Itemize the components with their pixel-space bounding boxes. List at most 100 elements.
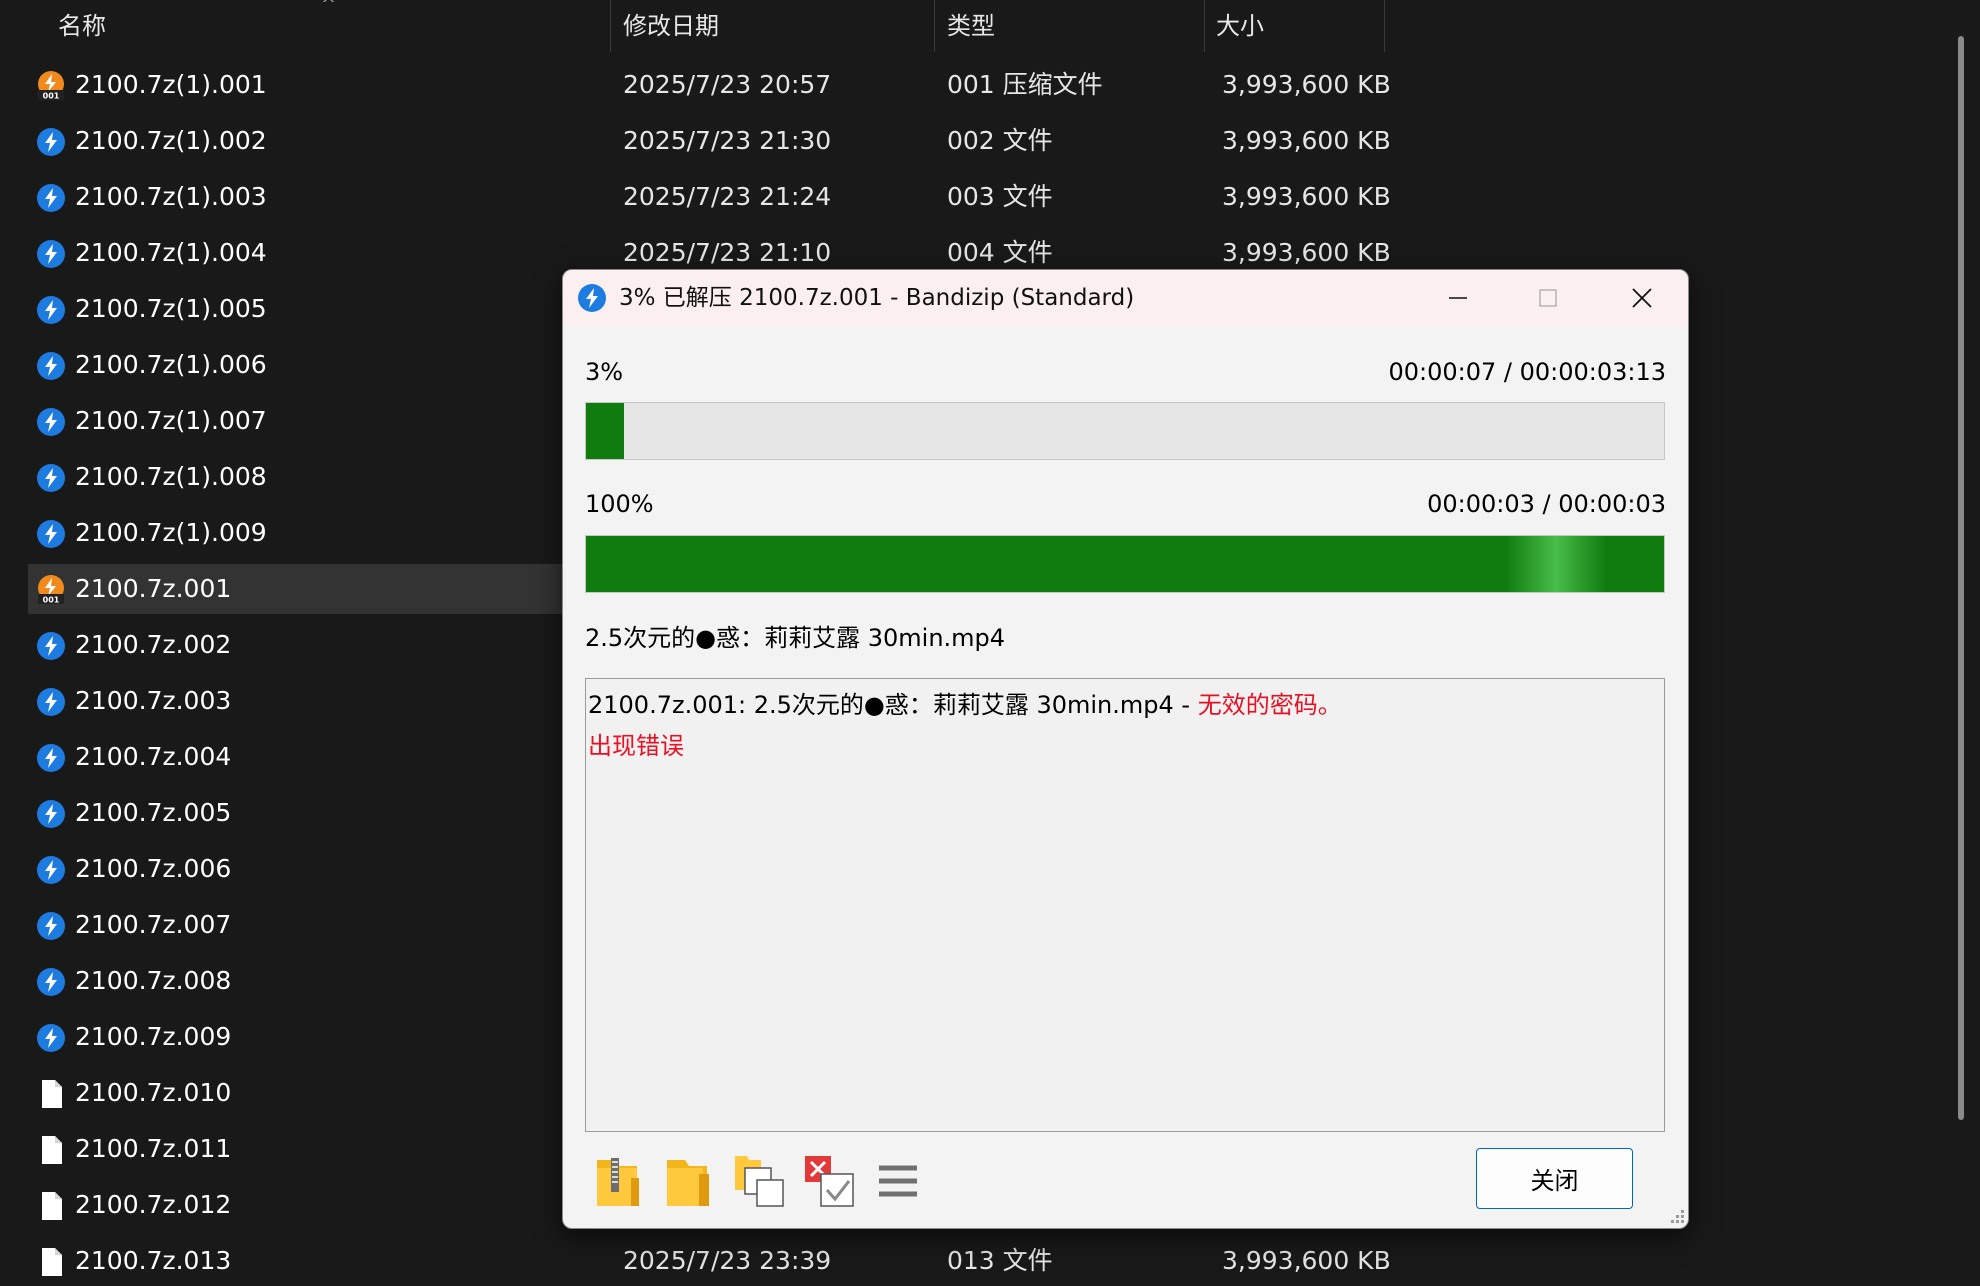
bandizip-icon <box>37 520 65 548</box>
column-name-header[interactable]: 名称 <box>58 0 106 52</box>
file-name: 2100.7z(1).009 <box>75 518 267 547</box>
current-file-name: 2.5次元的●惑：莉莉艾露 30min.mp4 <box>585 624 1006 652</box>
file-date: 2025/7/23 21:30 <box>623 126 832 155</box>
file-type: 013 文件 <box>947 1246 1053 1275</box>
menu-button[interactable] <box>873 1154 925 1210</box>
copy-files-button[interactable] <box>733 1154 785 1210</box>
file-row[interactable]: 001 2100.7z(1).001 2025/7/23 20:57 001 压缩文件… <box>28 60 1448 110</box>
close-button[interactable]: 关闭 <box>1476 1148 1633 1209</box>
file-progress-time: 00:00:03 / 00:00:03 <box>1427 490 1666 518</box>
total-progress-time: 00:00:07 / 00:00:03:13 <box>1388 358 1666 386</box>
minimize-icon <box>1449 297 1467 299</box>
file-name: 2100.7z.003 <box>75 686 232 715</box>
file-row[interactable]: 2100.7z(1).003 2025/7/23 21:24 003 文件 3,993… <box>28 172 1448 222</box>
column-divider[interactable] <box>934 0 935 52</box>
file-name: 2100.7z.005 <box>75 798 232 827</box>
svg-text:001: 001 <box>43 596 60 605</box>
bandizip-first-volume-icon: 001 <box>38 575 64 605</box>
file-progress-fill <box>586 536 1664 592</box>
file-date: 2025/7/23 21:24 <box>623 182 832 211</box>
column-size-header[interactable]: 大小 <box>1216 0 1264 52</box>
open-archive-folder-icon <box>597 1158 639 1206</box>
resize-grip-icon[interactable] <box>1667 1206 1685 1224</box>
log-error-summary: 出现错误 <box>588 732 684 760</box>
bandizip-extract-dialog: 3% 已解压 2100.7z.001 - Bandizip (Standard)… <box>562 269 1689 1229</box>
file-name: 2100.7z.011 <box>75 1134 232 1163</box>
blank-file-icon <box>42 1248 62 1276</box>
total-progress-fill <box>586 403 624 459</box>
file-name: 2100.7z(1).005 <box>75 294 267 323</box>
file-progress-bar <box>585 535 1665 593</box>
log-error-message: 无效的密码。 <box>1197 691 1342 719</box>
open-folder-icon <box>667 1160 709 1206</box>
file-name: 2100.7z(1).006 <box>75 350 267 379</box>
file-progress-percent: 100% <box>585 490 654 518</box>
bandizip-icon <box>37 240 65 268</box>
bandizip-icon <box>37 128 65 156</box>
menu-icon <box>879 1165 917 1197</box>
file-size: 3,993,600 KB <box>1222 1246 1391 1275</box>
blank-file-icon <box>42 1136 62 1164</box>
bandizip-icon <box>37 800 65 828</box>
file-name: 2100.7z.002 <box>75 630 232 659</box>
file-name: 2100.7z.001 <box>75 574 232 603</box>
file-name: 2100.7z(1).001 <box>75 70 267 99</box>
file-name: 2100.7z(1).004 <box>75 238 267 267</box>
bandizip-icon <box>37 296 65 324</box>
total-progress-percent: 3% <box>585 358 624 386</box>
column-divider[interactable] <box>1384 0 1385 52</box>
svg-text:001: 001 <box>43 92 60 101</box>
file-name: 2100.7z.013 <box>75 1246 232 1275</box>
total-progress-bar <box>585 402 1665 460</box>
file-size: 3,993,600 KB <box>1222 70 1391 99</box>
file-name: 2100.7z.007 <box>75 910 232 939</box>
window-close-button[interactable] <box>1599 270 1685 326</box>
file-type: 002 文件 <box>947 126 1053 155</box>
file-row[interactable]: 2100.7z.013 2025/7/23 23:39 013 文件 3,993,60… <box>28 1236 1448 1286</box>
file-date: 2025/7/23 20:57 <box>623 70 832 99</box>
vertical-scrollbar[interactable] <box>1958 36 1964 1120</box>
file-name: 2100.7z(1).002 <box>75 126 267 155</box>
copy-files-icon <box>735 1156 784 1207</box>
blank-file-icon <box>42 1192 62 1220</box>
column-divider[interactable] <box>1204 0 1205 52</box>
file-date: 2025/7/23 23:39 <box>623 1246 832 1275</box>
dialog-title: 3% 已解压 2100.7z.001 - Bandizip (Standard) <box>619 285 1135 311</box>
file-size: 3,993,600 KB <box>1222 182 1391 211</box>
file-name: 2100.7z.010 <box>75 1078 232 1107</box>
minimize-button[interactable] <box>1415 270 1501 326</box>
file-name: 2100.7z(1).003 <box>75 182 267 211</box>
dialog-titlebar[interactable]: 3% 已解压 2100.7z.001 - Bandizip (Standard) <box>563 270 1688 326</box>
bandizip-icon <box>37 408 65 436</box>
log-textbox[interactable]: 2100.7z.001: 2.5次元的●惑：莉莉艾露 30min.mp4 - 无… <box>585 678 1665 1132</box>
file-name: 2100.7z.008 <box>75 966 232 995</box>
file-name: 2100.7z(1).007 <box>75 406 267 435</box>
verify-check-button[interactable] <box>803 1154 855 1210</box>
bandizip-icon <box>37 1024 65 1052</box>
bandizip-icon <box>37 912 65 940</box>
open-archive-folder-button[interactable] <box>593 1154 645 1210</box>
bandizip-icon <box>37 184 65 212</box>
column-header: 名称 ^ 修改日期 类型 大小 <box>0 0 1980 52</box>
file-name: 2100.7z(1).008 <box>75 462 267 491</box>
file-name: 2100.7z.009 <box>75 1022 232 1051</box>
column-type-header[interactable]: 类型 <box>947 0 995 52</box>
column-divider[interactable] <box>610 0 611 52</box>
maximize-icon <box>1539 289 1557 307</box>
log-message: 2100.7z.001: 2.5次元的●惑：莉莉艾露 30min.mp4 - <box>588 691 1198 719</box>
file-row[interactable]: 2100.7z(1).002 2025/7/23 21:30 002 文件 3,993… <box>28 116 1448 166</box>
log-line: 2100.7z.001: 2.5次元的●惑：莉莉艾露 30min.mp4 - 无… <box>588 685 1342 720</box>
file-size: 3,993,600 KB <box>1222 126 1391 155</box>
progress-shimmer <box>1506 536 1606 592</box>
file-type: 003 文件 <box>947 182 1053 211</box>
bandizip-icon <box>37 856 65 884</box>
open-folder-button[interactable] <box>663 1154 715 1210</box>
verify-check-icon <box>805 1156 854 1207</box>
maximize-button[interactable] <box>1505 270 1591 326</box>
blank-file-icon <box>42 1080 62 1108</box>
bandizip-first-volume-icon: 001 <box>38 71 64 101</box>
sort-ascending-icon: ^ <box>321 0 337 15</box>
column-date-header[interactable]: 修改日期 <box>623 0 719 52</box>
file-name: 2100.7z.006 <box>75 854 232 883</box>
bandizip-icon <box>37 688 65 716</box>
